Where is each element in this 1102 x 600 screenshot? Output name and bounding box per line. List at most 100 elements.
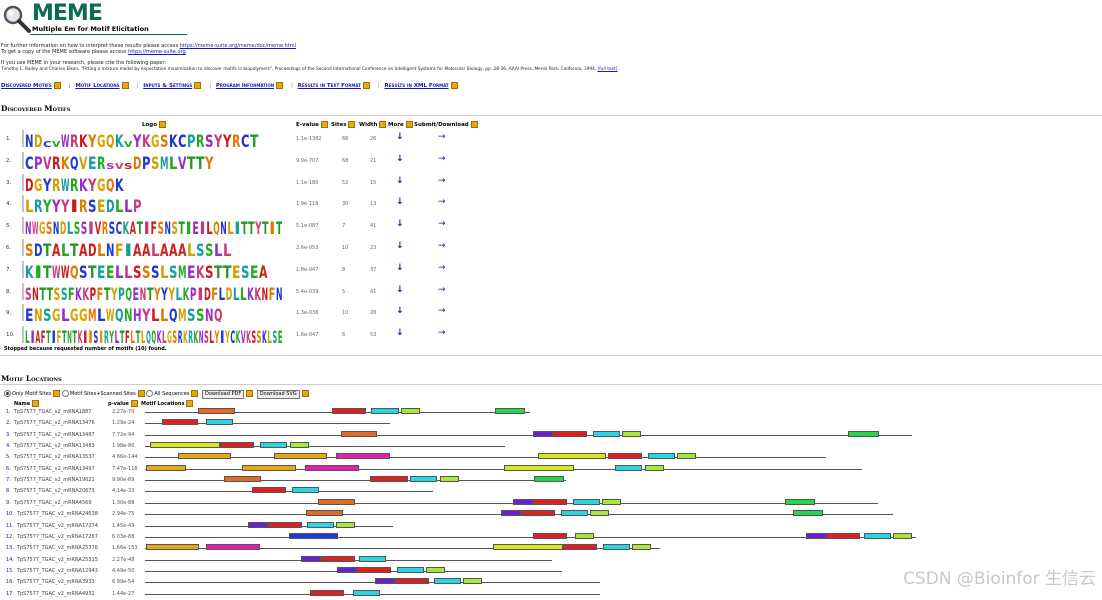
motif-site-block[interactable] xyxy=(893,532,912,539)
more-button[interactable]: ↓ xyxy=(396,176,404,186)
motif-site-block[interactable] xyxy=(353,589,380,596)
motif-site-block[interactable] xyxy=(162,419,198,426)
full-text-link[interactable]: [full text] xyxy=(598,67,618,72)
motif-site-block[interactable] xyxy=(622,430,641,437)
motif-site-block[interactable] xyxy=(401,408,420,414)
help-icon[interactable] xyxy=(405,121,413,128)
motif-site-block[interactable] xyxy=(206,419,233,426)
sequence-logo[interactable]: SDTALTADLNFIAALAAALSSLL xyxy=(22,238,282,257)
help-icon[interactable] xyxy=(159,121,166,128)
help-icon[interactable] xyxy=(137,390,145,397)
motif-site-block[interactable] xyxy=(242,464,296,471)
motif-site-block[interactable] xyxy=(563,544,597,551)
motif-site-block[interactable] xyxy=(341,430,377,437)
help-icon[interactable] xyxy=(348,121,356,128)
nav-motif-locations[interactable]: Motif Locations xyxy=(75,83,119,89)
more-button[interactable]: ↓ xyxy=(396,285,404,295)
motif-site-block[interactable] xyxy=(150,442,220,449)
help-icon[interactable] xyxy=(301,390,309,397)
submit-download-arrow[interactable]: → xyxy=(438,328,446,338)
help-icon[interactable] xyxy=(246,390,254,397)
motif-site-block[interactable] xyxy=(336,521,355,528)
motif-site-block[interactable] xyxy=(553,430,587,437)
more-button[interactable]: ↓ xyxy=(396,154,404,164)
help-icon[interactable] xyxy=(130,400,138,407)
more-button[interactable]: ↓ xyxy=(396,197,404,207)
motif-site-block[interactable] xyxy=(332,408,366,414)
help-icon[interactable] xyxy=(450,82,458,89)
help-icon[interactable] xyxy=(276,82,284,89)
motif-site-block[interactable] xyxy=(357,566,391,573)
motif-site-block[interactable] xyxy=(608,453,642,460)
help-icon[interactable] xyxy=(194,82,202,89)
motif-site-block[interactable] xyxy=(785,498,815,505)
motif-site-block[interactable] xyxy=(648,453,675,460)
motif-site-block[interactable] xyxy=(198,408,235,414)
motif-site-block[interactable] xyxy=(290,442,309,449)
sequence-logo[interactable]: ENSGLGGMLWQNHYLLQMSSNQ xyxy=(22,303,282,322)
submit-download-arrow[interactable]: → xyxy=(438,285,446,295)
motif-site-block[interactable] xyxy=(493,544,563,551)
motif-site-block[interactable] xyxy=(248,521,268,528)
motif-site-block[interactable] xyxy=(426,566,445,573)
motif-site-block[interactable] xyxy=(495,408,525,414)
motif-site-block[interactable] xyxy=(533,430,553,437)
motif-site-block[interactable] xyxy=(252,487,286,494)
motif-site-block[interactable] xyxy=(268,521,302,528)
help-icon[interactable] xyxy=(53,390,61,397)
submit-download-arrow[interactable]: → xyxy=(438,219,446,229)
motif-site-block[interactable] xyxy=(220,442,254,449)
motif-site-block[interactable] xyxy=(321,555,355,562)
motif-site-block[interactable] xyxy=(146,544,199,551)
motif-site-block[interactable] xyxy=(274,453,327,460)
more-button[interactable]: ↓ xyxy=(396,263,404,273)
help-icon[interactable] xyxy=(320,121,328,128)
motif-site-block[interactable] xyxy=(575,532,594,539)
motif-site-block[interactable] xyxy=(336,453,390,460)
motif-site-block[interactable] xyxy=(375,578,395,585)
sequence-logo[interactable]: SNTTSSFKKPFTYPQENTYYYLKPIDFLDLLKKNFN xyxy=(22,282,282,301)
motif-site-block[interactable] xyxy=(463,578,482,585)
nav-discovered-motifs[interactable]: Discovered Motifs xyxy=(1,83,52,89)
motif-site-block[interactable] xyxy=(573,498,600,505)
motif-site-block[interactable] xyxy=(615,464,642,471)
download-svg-button[interactable]: Download SVG xyxy=(256,390,300,399)
motif-site-block[interactable] xyxy=(224,476,261,483)
motif-site-block[interactable] xyxy=(593,430,620,437)
radio-all-sequences[interactable] xyxy=(146,390,154,397)
motif-site-block[interactable] xyxy=(337,566,357,573)
motif-site-block[interactable] xyxy=(318,498,355,505)
help-icon[interactable] xyxy=(191,390,199,397)
motif-site-block[interactable] xyxy=(793,510,823,517)
motif-site-block[interactable] xyxy=(206,544,260,551)
submit-download-arrow[interactable]: → xyxy=(438,132,446,142)
software-link[interactable]: https://meme-suite.org xyxy=(128,49,186,55)
motif-site-block[interactable] xyxy=(504,464,574,471)
doc-link[interactable]: https://meme-suite.org/meme/doc/meme.htm… xyxy=(180,43,296,49)
motif-site-block[interactable] xyxy=(501,510,521,517)
motif-site-block[interactable] xyxy=(533,532,567,539)
motif-site-block[interactable] xyxy=(146,464,186,471)
nav-results-text[interactable]: Results in Text Format xyxy=(298,83,361,89)
motif-site-block[interactable] xyxy=(521,510,555,517)
more-button[interactable]: ↓ xyxy=(396,219,404,229)
motif-site-block[interactable] xyxy=(371,408,399,414)
sequence-logo[interactable]: NWGSNDLSSIVRSCKATIFSNSTIEILQNLITTYTIT xyxy=(22,216,282,235)
motif-site-block[interactable] xyxy=(440,476,459,483)
nav-inputs-settings[interactable]: Inputs & Settings xyxy=(143,83,192,89)
motif-site-block[interactable] xyxy=(848,430,879,437)
help-icon[interactable] xyxy=(379,121,387,128)
help-icon[interactable] xyxy=(32,400,40,407)
motif-site-block[interactable] xyxy=(301,555,321,562)
submit-download-arrow[interactable]: → xyxy=(438,241,446,251)
motif-site-block[interactable] xyxy=(305,464,359,471)
motif-site-block[interactable] xyxy=(533,498,567,505)
motif-site-block[interactable] xyxy=(292,487,319,494)
motif-site-block[interactable] xyxy=(513,498,533,505)
sequence-logo[interactable]: LRYYYIRSEDLLP xyxy=(22,194,282,213)
radio-scanned-sites[interactable] xyxy=(61,390,69,397)
more-button[interactable]: ↓ xyxy=(396,306,404,316)
motif-site-block[interactable] xyxy=(397,566,424,573)
motif-site-block[interactable] xyxy=(178,453,231,460)
motif-site-block[interactable] xyxy=(289,532,338,539)
